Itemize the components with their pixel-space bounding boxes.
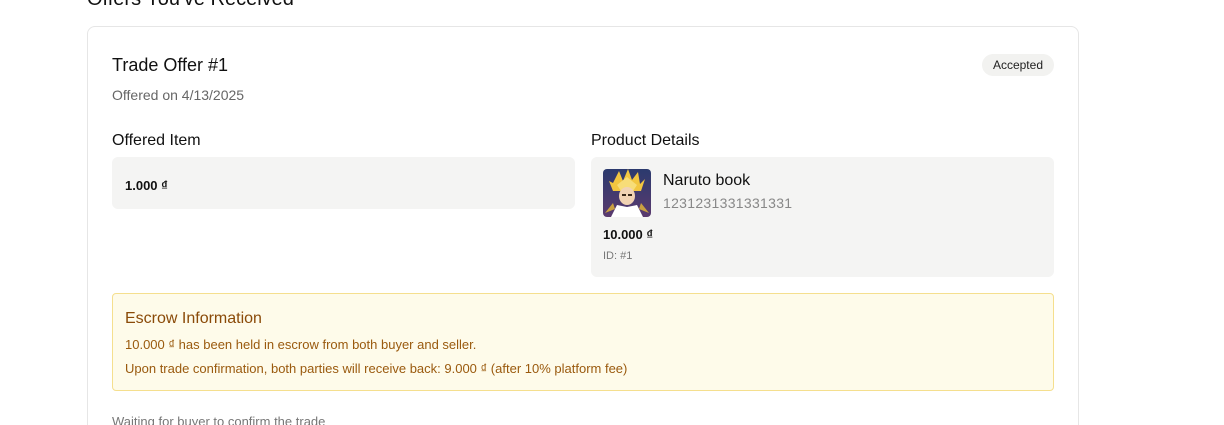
product-id: ID: #1 bbox=[603, 250, 633, 262]
status-badge: Accepted bbox=[981, 54, 1054, 76]
escrow-info-box: Escrow Information 10.000 ₫ has been hel… bbox=[112, 293, 1054, 391]
escrow-return-text: Upon trade confirmation, both parties wi… bbox=[125, 361, 628, 376]
product-price: 10.000 ₫ bbox=[603, 227, 654, 242]
escrow-title: Escrow Information bbox=[125, 310, 262, 327]
anime-character-image bbox=[603, 169, 651, 217]
offered-item-price: 1.000 ₫ bbox=[125, 178, 168, 193]
product-thumbnail bbox=[603, 169, 651, 217]
section-heading: Offers You've Received bbox=[87, 0, 294, 11]
offer-title: Trade Offer #1 bbox=[112, 55, 229, 75]
trade-offer-card: Trade Offer #1 Offered on 4/13/2025 Acce… bbox=[87, 26, 1079, 425]
product-details-box: Naruto book 1231231331331331 10.000 ₫ ID… bbox=[591, 157, 1054, 277]
offer-date: Offered on 4/13/2025 bbox=[112, 87, 245, 103]
offered-item-label: Offered Item bbox=[112, 132, 201, 149]
product-name: Naruto book bbox=[663, 172, 751, 189]
product-details-label: Product Details bbox=[591, 132, 700, 149]
waiting-status-text: Waiting for buyer to confirm the trade bbox=[112, 414, 326, 425]
offered-item-box: 1.000 ₫ bbox=[112, 157, 575, 209]
escrow-held-text: 10.000 ₫ has been held in escrow from bo… bbox=[125, 337, 477, 352]
product-description: 1231231331331331 bbox=[663, 195, 793, 211]
